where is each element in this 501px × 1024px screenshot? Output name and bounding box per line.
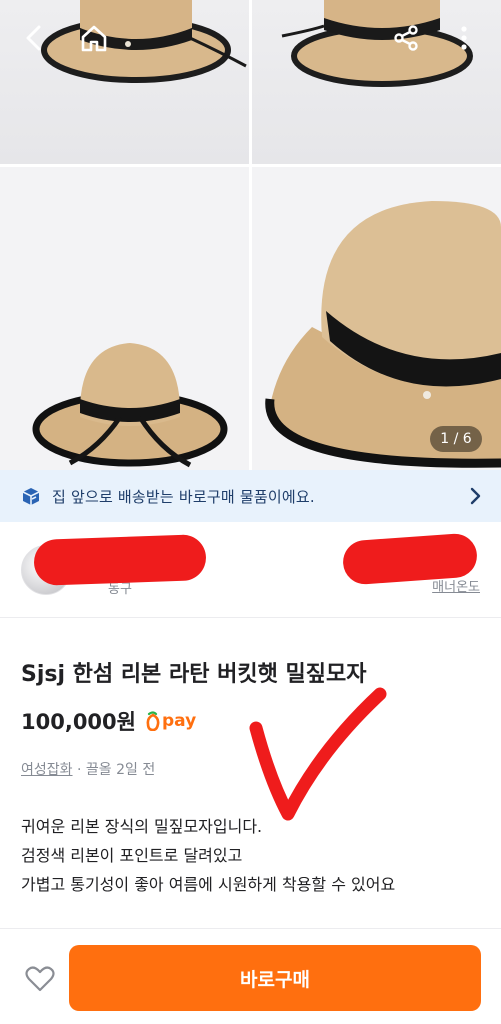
redaction-mark-seller-name — [33, 534, 207, 586]
product-image-3[interactable] — [0, 167, 249, 470]
description-line: 가볍고 통기성이 좋아 여름에 시원하게 착용할 수 있어요 — [21, 875, 396, 894]
pay-label: pay — [161, 711, 197, 731]
heart-outline-icon — [25, 966, 55, 992]
chevron-left-icon — [26, 25, 41, 51]
category-link[interactable]: 여성잡화 — [21, 762, 73, 778]
price-row: 100,000원 pay — [21, 706, 196, 736]
description-line: 검정색 리본이 포인트로 달려있고 — [21, 846, 243, 865]
product-image-gallery[interactable]: 1 / 6 — [0, 0, 501, 470]
banner-text: 집 앞으로 배송받는 바로구매 물품이에요. — [52, 487, 315, 506]
chevron-right-icon — [470, 487, 481, 505]
product-image-4[interactable] — [252, 167, 501, 470]
buy-now-button[interactable]: 바로구매 — [69, 945, 481, 1011]
home-icon — [81, 25, 107, 52]
carrot-pay-icon — [146, 711, 160, 731]
image-counter: 1 / 6 — [430, 426, 482, 452]
share-button[interactable] — [386, 18, 426, 58]
more-options-button[interactable] — [444, 18, 484, 58]
home-button[interactable] — [74, 18, 114, 58]
delivery-box-icon — [22, 488, 40, 505]
like-button[interactable] — [20, 959, 60, 999]
red-checkmark-annotation — [249, 687, 387, 821]
product-price: 100,000원 — [21, 710, 136, 734]
product-meta: 여성잡화 · 끌올 2일 전 — [21, 759, 155, 779]
direct-buy-banner[interactable]: 집 앞으로 배송받는 바로구매 물품이에요. — [0, 470, 501, 522]
more-vertical-icon — [461, 26, 467, 50]
redaction-mark-manner-score — [341, 532, 479, 586]
carrot-pay-badge: pay — [146, 711, 196, 731]
share-icon — [394, 25, 418, 51]
bottom-action-bar: 바로구매 — [0, 928, 501, 1024]
posted-time: · 끌올 2일 전 — [76, 762, 156, 778]
back-button[interactable] — [14, 18, 54, 58]
